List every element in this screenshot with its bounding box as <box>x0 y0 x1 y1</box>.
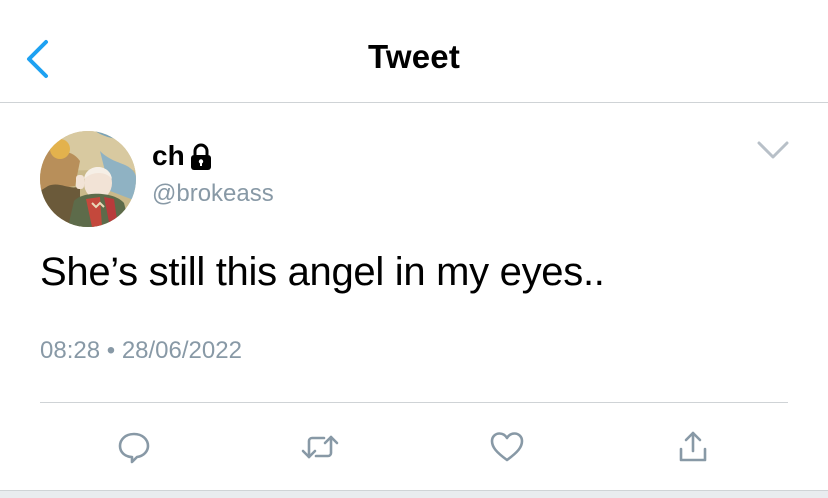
meta-separator: • <box>106 337 116 364</box>
tweet-text: She’s still this angel in my eyes.. <box>40 250 605 294</box>
retweet-icon <box>301 435 339 459</box>
bottom-separator <box>0 490 828 498</box>
divider <box>40 402 788 403</box>
username-handle[interactable]: @brokeass <box>152 180 274 208</box>
like-icon <box>490 432 524 462</box>
lock-icon <box>190 143 211 170</box>
display-name[interactable]: ch <box>152 140 185 172</box>
tweet-action-bar <box>0 425 828 469</box>
retweet-button[interactable] <box>298 425 342 469</box>
share-icon <box>679 431 707 462</box>
tweet-time: 08:28 <box>40 337 101 364</box>
top-bar: Tweet <box>0 0 828 103</box>
tweet-options-button[interactable] <box>756 136 790 162</box>
page-title: Tweet <box>367 38 461 75</box>
reply-button[interactable] <box>112 425 156 469</box>
tweet-date: 28/06/2022 <box>121 337 242 364</box>
author-name-row[interactable]: ch <box>152 140 213 172</box>
chevron-down-icon <box>757 141 789 159</box>
tweet-timestamp: 08:28 • 28/06/2022 <box>40 337 242 365</box>
avatar[interactable] <box>40 131 136 227</box>
share-button[interactable] <box>671 425 715 469</box>
reply-icon <box>118 432 150 464</box>
like-button[interactable] <box>485 425 529 469</box>
